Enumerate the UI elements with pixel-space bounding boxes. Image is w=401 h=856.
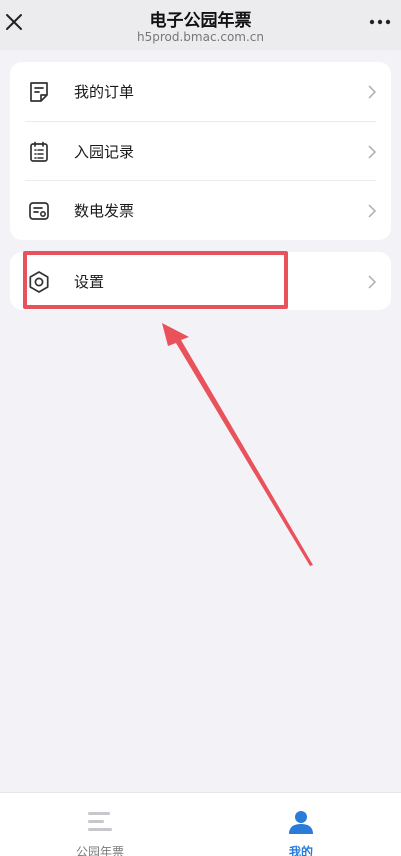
menu-item-orders[interactable]: 我的订单: [10, 62, 391, 121]
more-icon: [369, 19, 391, 25]
entry-record-icon: [30, 141, 48, 162]
highlight-box: [23, 251, 288, 309]
tab-label: 公园年票: [75, 845, 124, 856]
chevron-right-icon: [368, 145, 377, 159]
menu-item-label: 入园记录: [74, 143, 135, 161]
menu-card: 我的订单 入园记录 数电发票: [10, 62, 391, 240]
page-url: h5prod.bmac.com.cn: [136, 30, 265, 44]
tab-bar: 公园年票 我的: [0, 792, 401, 856]
tab-annual-pass[interactable]: 公园年票: [0, 793, 200, 856]
page-title: 电子公园年票: [149, 11, 252, 31]
more-button[interactable]: [369, 12, 391, 32]
person-icon: [289, 811, 313, 834]
chevron-right-icon: [368, 275, 377, 289]
menu-item-invoices[interactable]: 数电发票: [10, 181, 391, 240]
menu-item-entry-records[interactable]: 入园记录: [10, 122, 391, 181]
order-list-icon: [30, 82, 48, 102]
tab-label: 我的: [288, 845, 313, 856]
list-icon: [88, 812, 112, 831]
chevron-right-icon: [368, 204, 377, 218]
title-bar: 电子公园年票 h5prod.bmac.com.cn: [0, 0, 401, 50]
chevron-right-icon: [368, 85, 377, 99]
tab-mine[interactable]: 我的: [201, 793, 401, 856]
invoice-icon: [29, 202, 49, 220]
menu-item-label: 数电发票: [74, 202, 135, 220]
menu-item-label: 我的订单: [74, 83, 135, 101]
